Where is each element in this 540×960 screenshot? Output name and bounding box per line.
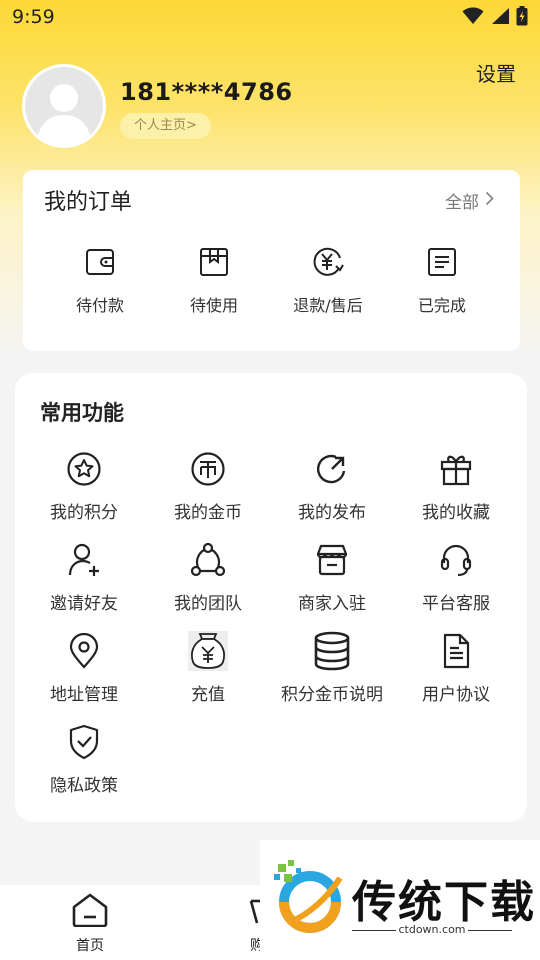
my-points-item[interactable]: 我的积分 bbox=[22, 449, 146, 528]
status-bar: 9:59 bbox=[0, 0, 540, 36]
my-team-item[interactable]: 我的团队 bbox=[146, 540, 270, 619]
function-label: 我的团队 bbox=[174, 594, 242, 614]
coin-icon bbox=[188, 449, 228, 489]
my-posts-item[interactable]: 我的发布 bbox=[270, 449, 394, 528]
team-nodes-icon bbox=[188, 540, 228, 580]
function-label: 地址管理 bbox=[50, 685, 118, 705]
points-coins-explanation-item[interactable]: 积分金币说明 bbox=[270, 631, 394, 710]
watermark-divider-right bbox=[468, 930, 512, 931]
watermark: 传统下载 ctdown.com bbox=[260, 840, 540, 960]
shield-check-icon bbox=[64, 722, 104, 762]
default-user-icon bbox=[37, 84, 91, 145]
function-label: 积分金币说明 bbox=[281, 685, 383, 705]
function-label: 我的发布 bbox=[298, 503, 366, 523]
my-coins-item[interactable]: 我的金币 bbox=[146, 449, 270, 528]
order-item-label: 待付款 bbox=[75, 296, 124, 315]
function-label: 邀请好友 bbox=[50, 594, 118, 614]
box-icon bbox=[196, 244, 232, 280]
location-pin-icon bbox=[64, 631, 104, 671]
my-favorites-item[interactable]: 我的收藏 bbox=[394, 449, 518, 528]
invite-friends-item[interactable]: 邀请好友 bbox=[22, 540, 146, 619]
wallet-icon bbox=[82, 244, 118, 280]
order-to-use[interactable]: 待使用 bbox=[157, 244, 271, 316]
nav-home-tab[interactable]: 首页 bbox=[62, 893, 118, 955]
shop-icon bbox=[312, 540, 352, 580]
user-phone: 181****4786 bbox=[120, 78, 293, 106]
chevron-right-icon bbox=[485, 191, 494, 211]
privacy-policy-item[interactable]: 隐私政策 bbox=[22, 722, 146, 801]
avatar[interactable] bbox=[22, 64, 106, 148]
orders-all-label: 全部 bbox=[445, 193, 479, 213]
order-completed[interactable]: 已完成 bbox=[385, 244, 499, 316]
settings-button[interactable]: 设置 bbox=[476, 58, 516, 87]
function-label: 我的收藏 bbox=[422, 503, 490, 523]
function-label: 商家入驻 bbox=[298, 594, 366, 614]
money-bag-icon bbox=[188, 631, 228, 671]
add-user-icon bbox=[64, 540, 104, 580]
file-text-icon bbox=[436, 631, 476, 671]
document-icon bbox=[424, 244, 460, 280]
personal-homepage-button[interactable]: 个人主页> bbox=[120, 113, 211, 139]
order-item-label: 待使用 bbox=[189, 296, 238, 315]
orders-view-all-button[interactable]: 全部 bbox=[445, 188, 494, 213]
customer-service-item[interactable]: 平台客服 bbox=[394, 540, 518, 619]
orders-title: 我的订单 bbox=[44, 190, 133, 215]
headset-icon bbox=[436, 540, 476, 580]
function-label: 充值 bbox=[191, 685, 225, 705]
status-time: 9:59 bbox=[12, 6, 55, 28]
yen-refund-icon bbox=[310, 244, 346, 280]
function-label: 平台客服 bbox=[422, 594, 490, 614]
database-icon bbox=[312, 631, 352, 671]
battery-charging-icon bbox=[516, 6, 528, 26]
order-item-label: 退款/售后 bbox=[293, 296, 363, 315]
function-label: 隐私政策 bbox=[50, 776, 118, 796]
star-circle-icon bbox=[64, 449, 104, 489]
user-agreement-item[interactable]: 用户协议 bbox=[394, 631, 518, 710]
signal-icon bbox=[490, 7, 510, 25]
order-refund[interactable]: 退款/售后 bbox=[271, 244, 385, 316]
orders-row: 待付款 待使用 退款/售后 已完成 bbox=[43, 244, 499, 316]
orders-card: 我的订单 全部 待付款 待使用 退款/售后 已完成 bbox=[23, 170, 520, 351]
address-management-item[interactable]: 地址管理 bbox=[22, 631, 146, 710]
function-label: 用户协议 bbox=[422, 685, 490, 705]
merchant-join-item[interactable]: 商家入驻 bbox=[270, 540, 394, 619]
functions-card: 常用功能 我的积分 我的金币 我的发布 我的收藏 邀请好友 我的团队 商家入驻 … bbox=[15, 373, 527, 822]
gift-icon bbox=[436, 449, 476, 489]
order-item-label: 已完成 bbox=[417, 296, 466, 315]
watermark-text: 传统下载 bbox=[352, 877, 536, 928]
recharge-item[interactable]: 充值 bbox=[146, 631, 270, 710]
watermark-logo-icon bbox=[270, 860, 350, 944]
function-label: 我的金币 bbox=[174, 503, 242, 523]
home-icon bbox=[72, 893, 108, 931]
order-pending-payment[interactable]: 待付款 bbox=[43, 244, 157, 316]
functions-grid: 我的积分 我的金币 我的发布 我的收藏 邀请好友 我的团队 商家入驻 平台客服 … bbox=[22, 449, 518, 801]
function-label: 我的积分 bbox=[50, 503, 118, 523]
status-icons bbox=[462, 6, 528, 26]
functions-title: 常用功能 bbox=[40, 401, 124, 425]
nav-home-label: 首页 bbox=[76, 938, 104, 954]
wifi-icon bbox=[462, 7, 484, 25]
refresh-arrow-icon bbox=[312, 449, 352, 489]
